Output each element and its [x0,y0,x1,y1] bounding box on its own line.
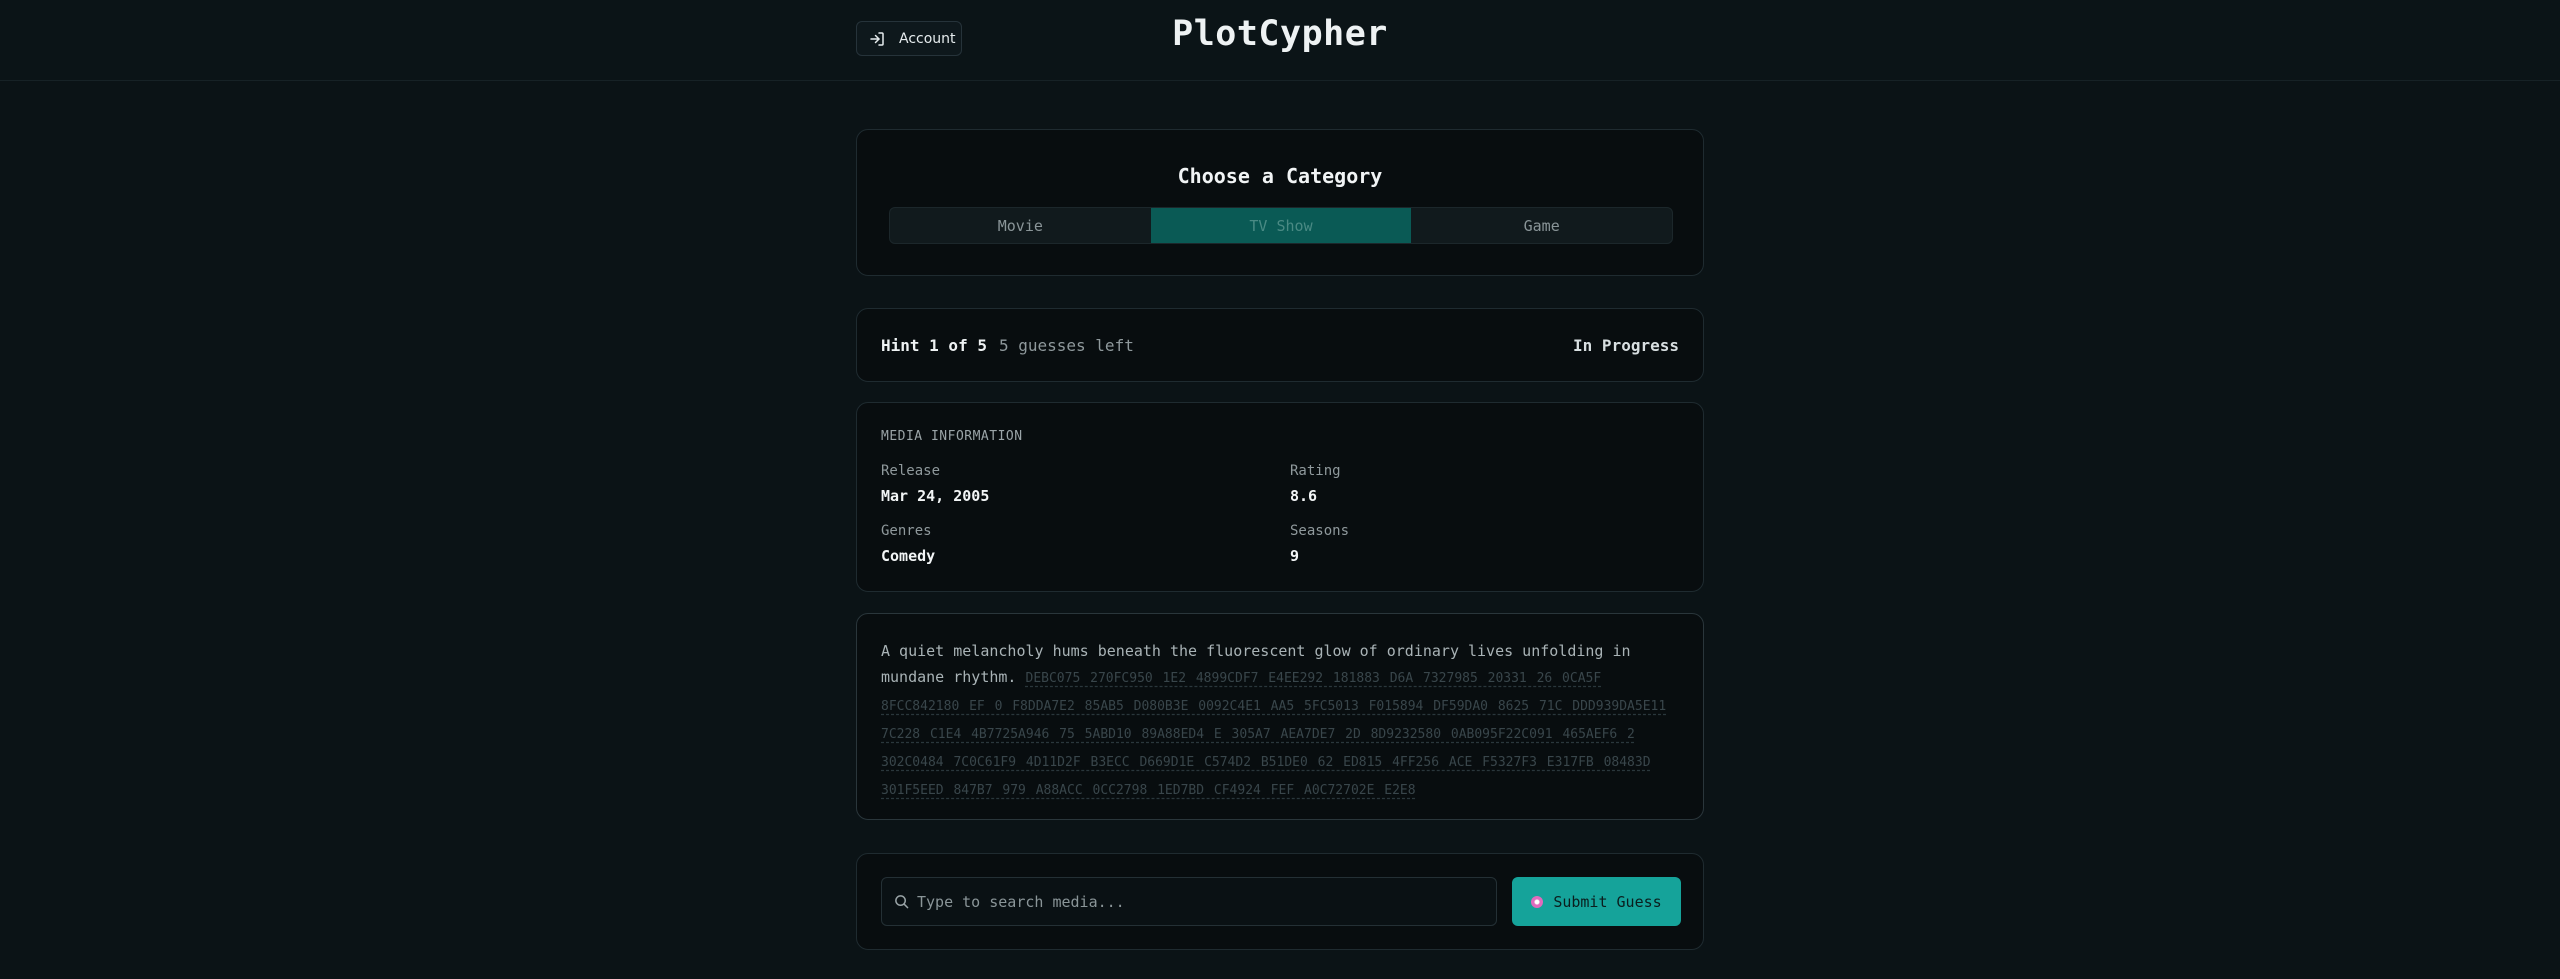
rating-label: Rating [1290,463,1341,479]
release-value: Mar 24, 2005 [881,487,990,505]
category-tabs: Movie TV Show Game [889,207,1673,244]
search-field[interactable] [881,877,1497,926]
top-bar: Account PlotCypher [0,0,2560,81]
target-icon [1531,895,1544,908]
hint-counter: Hint 1 of 5 [881,336,987,355]
genres-label: Genres [881,523,932,539]
seasons-value: 9 [1290,547,1300,565]
media-info-card: MEDIA INFORMATION Release Mar 24, 2005 R… [856,402,1704,592]
brand-title: PlotCypher [1172,14,1388,54]
guess-card: Submit Guess [856,853,1704,950]
category-title: Choose a Category [1177,164,1383,188]
tab-game[interactable]: Game [1411,208,1672,243]
rating-value: 8.6 [1290,487,1318,505]
search-icon [895,895,909,909]
seasons-label: Seasons [1290,523,1350,539]
seasons-field: Seasons 9 [1290,523,1349,565]
release-label: Release [881,463,941,479]
tab-movie[interactable]: Movie [890,208,1151,243]
submit-guess-button[interactable]: Submit Guess [1512,877,1681,926]
genres-field: Genres Comedy [881,523,935,565]
game-status: In Progress [1573,336,1679,355]
hint-card: Hint 1 of 5 5 guesses left In Progress [856,308,1704,382]
tab-tv-show[interactable]: TV Show [1150,208,1412,243]
media-info-title: MEDIA INFORMATION [881,429,1023,444]
plot-hidden: DEBC075 270FC950 1E2 4899CDF7 E4EE292 18… [881,671,1667,798]
search-input[interactable] [917,892,1477,911]
submit-guess-label: Submit Guess [1553,892,1662,911]
plot-text: A quiet melancholy hums beneath the fluo… [881,638,1681,804]
guesses-left: 5 guesses left [998,336,1134,355]
genres-value: Comedy [881,547,936,565]
plot-card: A quiet melancholy hums beneath the fluo… [856,613,1704,820]
category-card: Choose a Category Movie TV Show Game [856,129,1704,276]
release-field: Release Mar 24, 2005 [881,463,989,505]
rating-field: Rating 8.6 [1290,463,1341,505]
